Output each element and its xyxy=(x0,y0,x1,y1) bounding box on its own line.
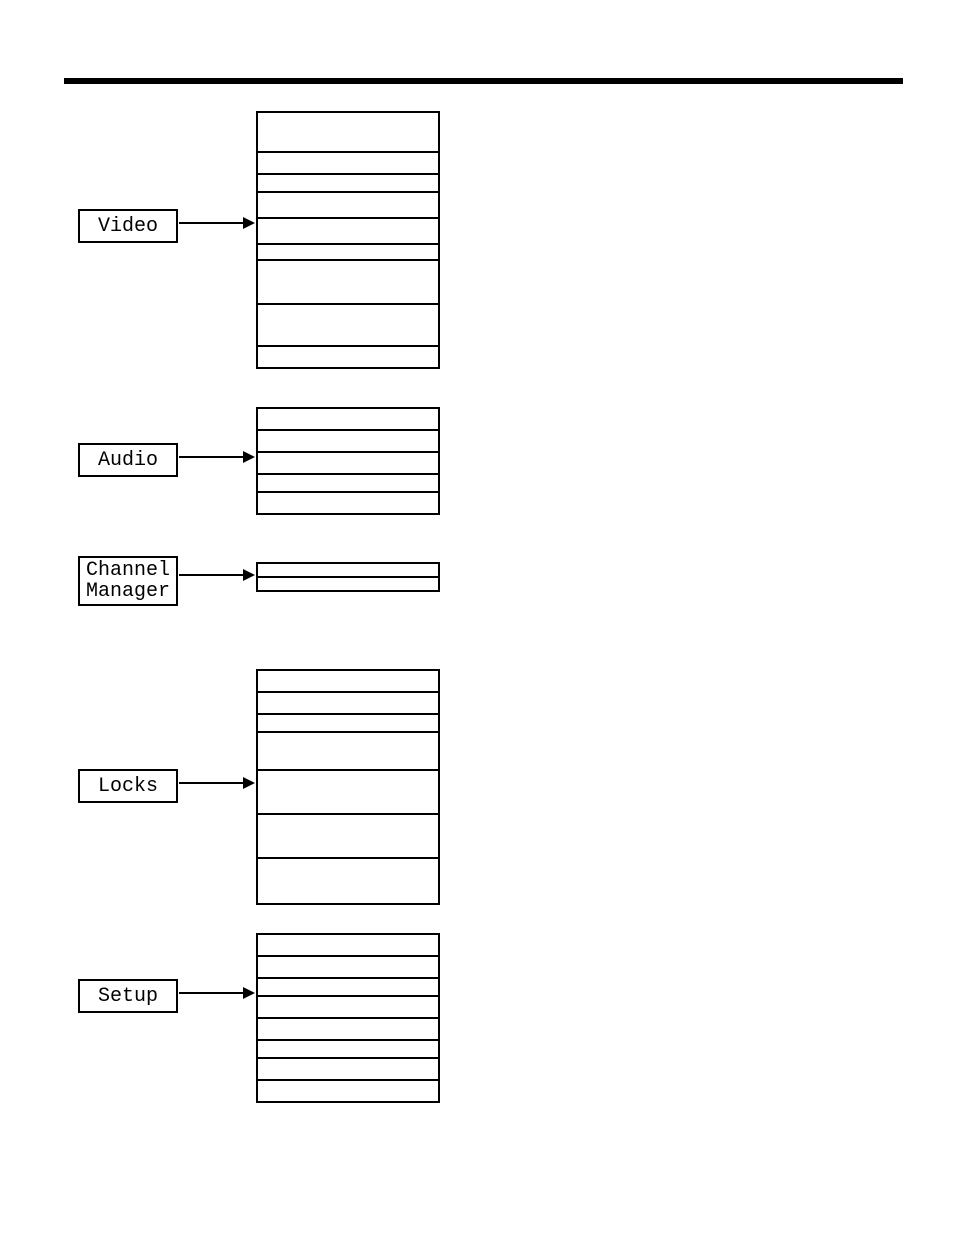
table-row xyxy=(258,857,438,903)
menu-audio: Audio xyxy=(78,443,178,477)
menu-setup-label: Setup xyxy=(98,986,158,1007)
table-row xyxy=(258,151,438,173)
channel-submenu-table xyxy=(256,562,440,592)
table-row xyxy=(258,243,438,259)
arrow-icon xyxy=(175,984,255,1002)
table-row xyxy=(258,671,438,691)
table-row xyxy=(258,303,438,345)
table-row xyxy=(258,473,438,491)
table-row xyxy=(258,955,438,977)
menu-locks-label: Locks xyxy=(98,776,158,797)
page-root: Video Audio Channel Manager Locks Setup xyxy=(0,0,954,1235)
menu-channel-manager: Channel Manager xyxy=(78,556,178,606)
table-row xyxy=(258,564,438,576)
video-submenu-table xyxy=(256,111,440,369)
table-row xyxy=(258,935,438,955)
table-row xyxy=(258,345,438,367)
table-row xyxy=(258,731,438,769)
table-row xyxy=(258,713,438,731)
table-row xyxy=(258,217,438,243)
table-row xyxy=(258,113,438,151)
setup-submenu-table xyxy=(256,933,440,1103)
table-row xyxy=(258,429,438,451)
table-row xyxy=(258,1057,438,1079)
table-row xyxy=(258,977,438,995)
menu-setup: Setup xyxy=(78,979,178,1013)
arrow-icon xyxy=(175,448,255,466)
table-row xyxy=(258,259,438,303)
table-row xyxy=(258,1017,438,1039)
table-row xyxy=(258,491,438,513)
menu-video: Video xyxy=(78,209,178,243)
table-row xyxy=(258,995,438,1017)
table-row xyxy=(258,576,438,590)
arrow-icon xyxy=(175,214,255,232)
table-row xyxy=(258,769,438,813)
table-row xyxy=(258,409,438,429)
table-row xyxy=(258,691,438,713)
menu-locks: Locks xyxy=(78,769,178,803)
table-row xyxy=(258,173,438,191)
table-row xyxy=(258,1079,438,1101)
arrow-icon xyxy=(175,774,255,792)
menu-channel-label: Channel Manager xyxy=(86,560,170,602)
menu-audio-label: Audio xyxy=(98,450,158,471)
table-row xyxy=(258,1039,438,1057)
menu-video-label: Video xyxy=(98,216,158,237)
audio-submenu-table xyxy=(256,407,440,515)
table-row xyxy=(258,813,438,857)
arrow-icon xyxy=(175,566,255,584)
table-row xyxy=(258,191,438,217)
table-row xyxy=(258,451,438,473)
locks-submenu-table xyxy=(256,669,440,905)
header-rule xyxy=(64,78,903,84)
